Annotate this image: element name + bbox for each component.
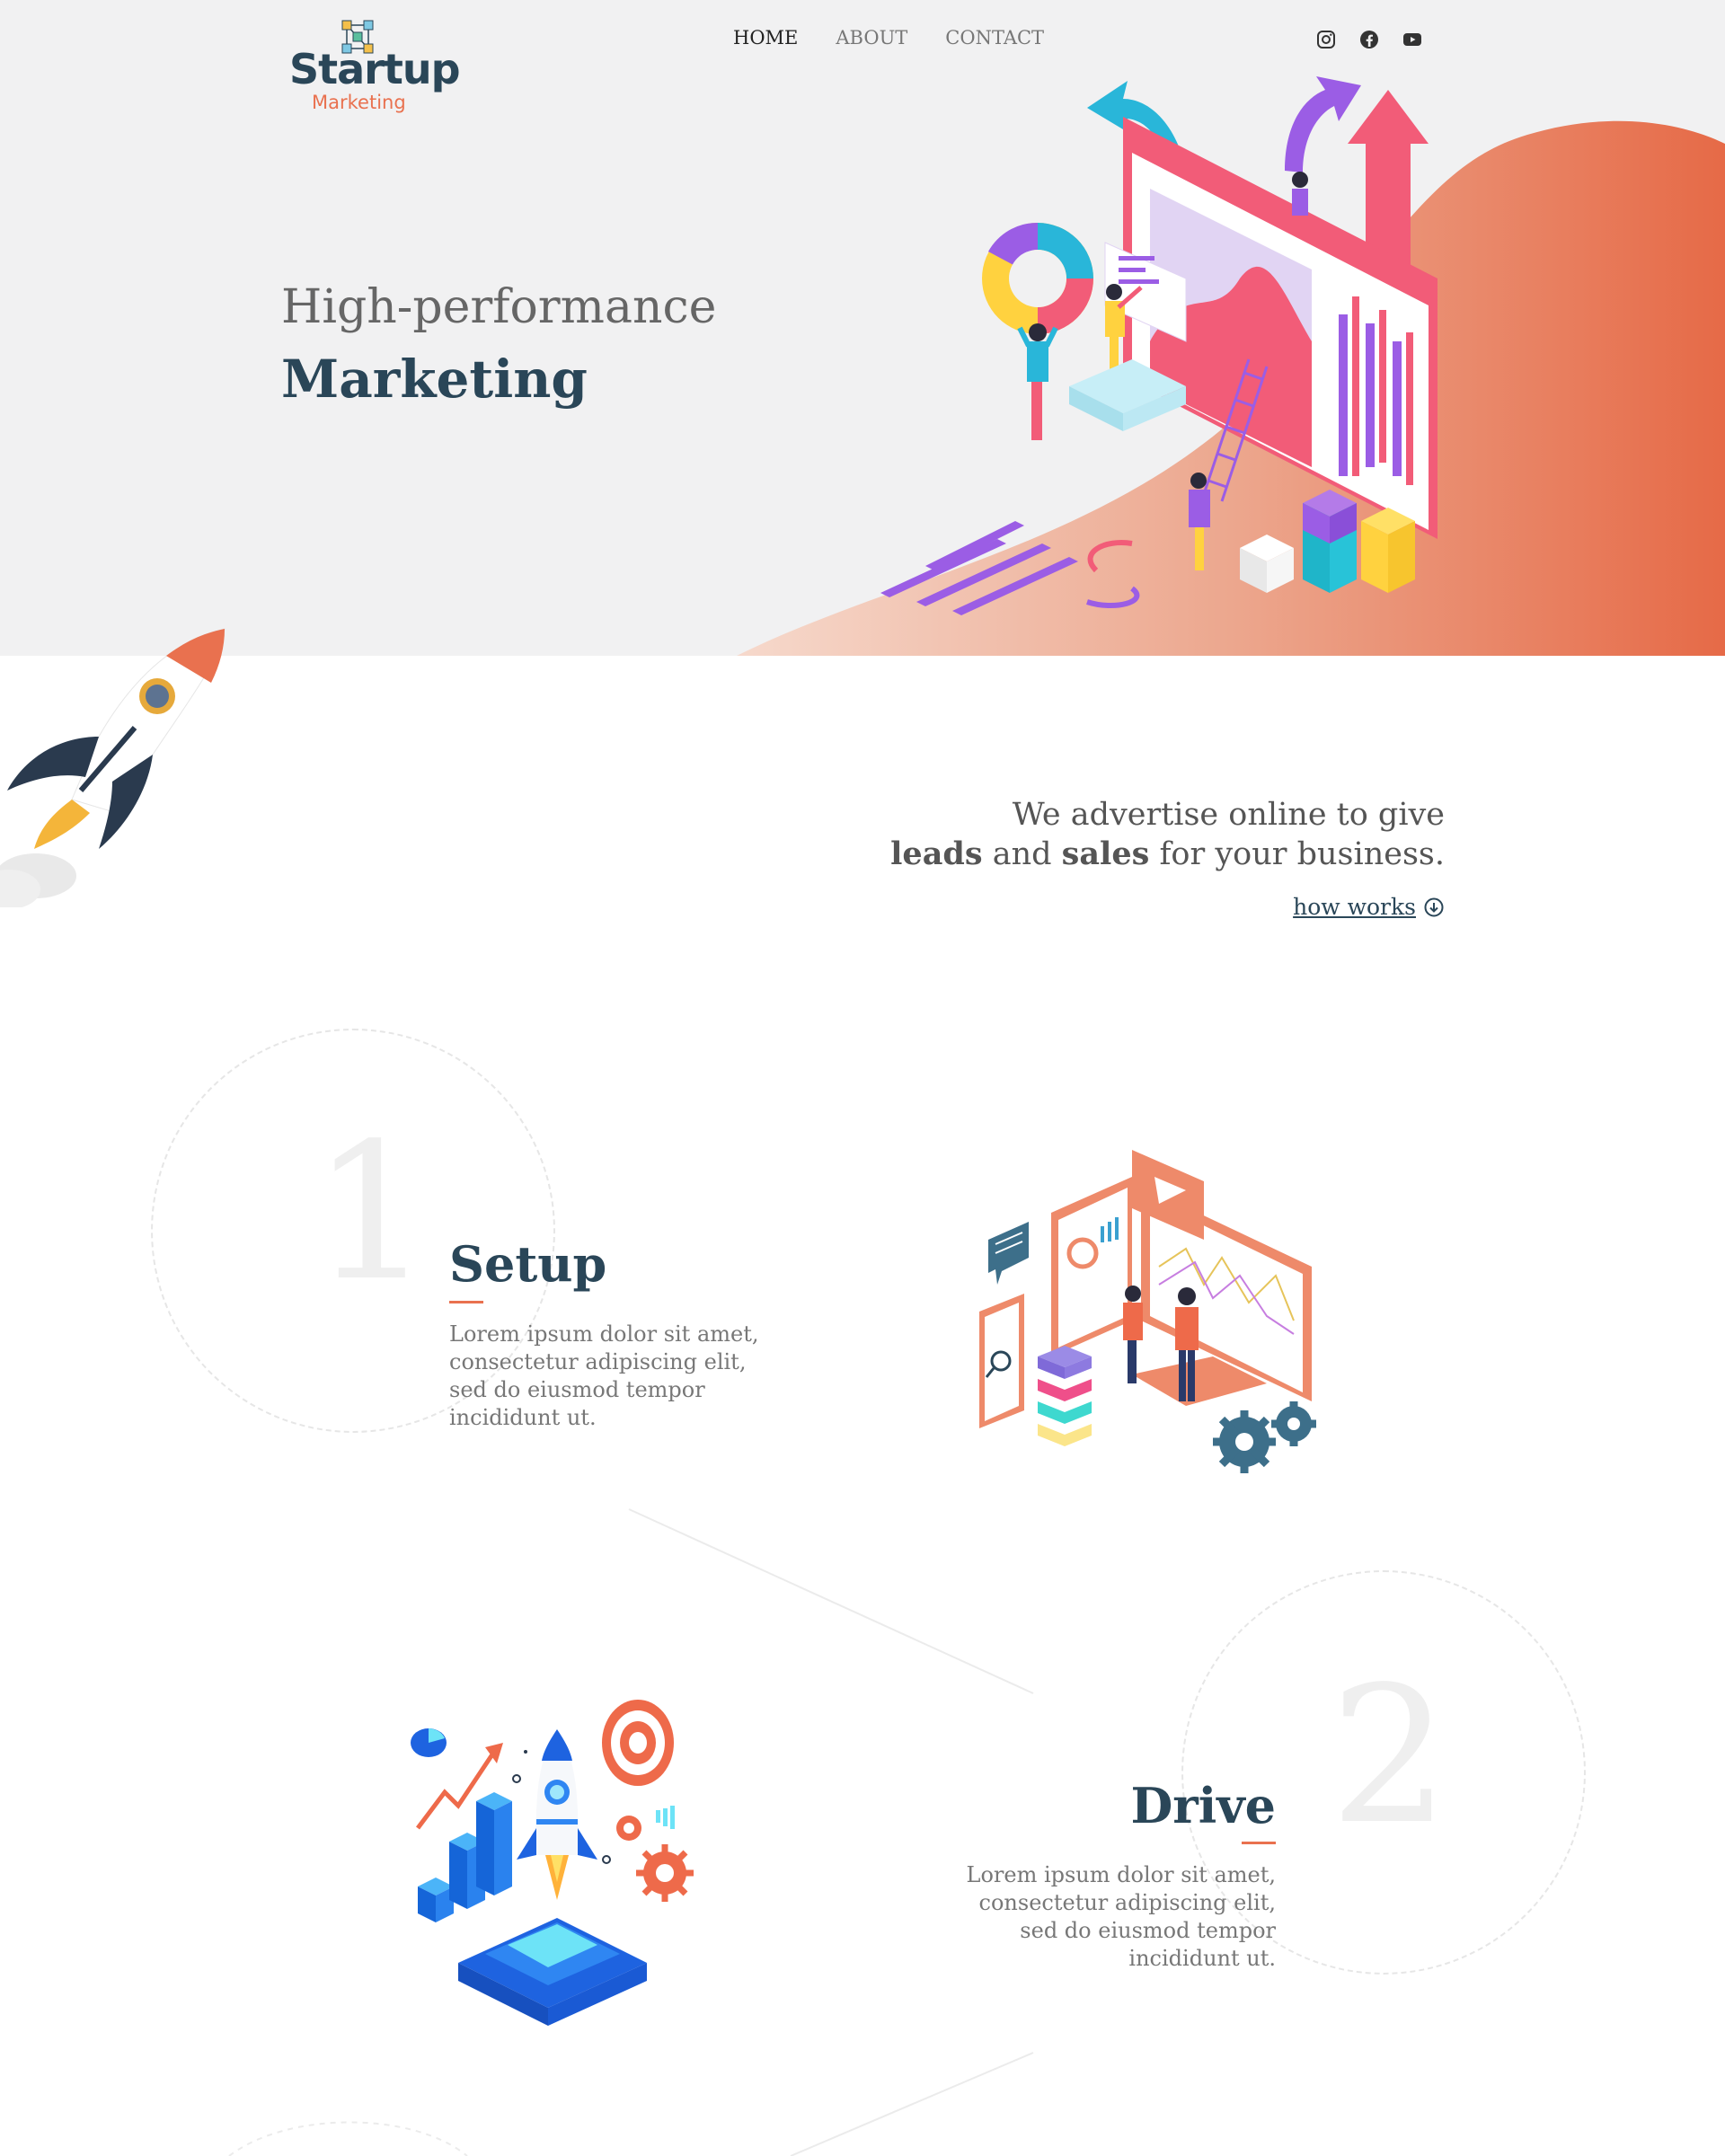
marketing-dashboard-illustration — [880, 76, 1438, 615]
intro-text: We advertise online to give leads and sa… — [890, 795, 1445, 874]
social-links — [1315, 29, 1423, 50]
youtube-icon[interactable] — [1402, 29, 1423, 50]
hero-section: Startup Marketing HOME ABOUT CONTACT Hig… — [0, 0, 1725, 656]
facebook-icon[interactable] — [1358, 29, 1380, 50]
step-2-rule — [1242, 1842, 1276, 1844]
logo-title: Startup — [289, 45, 461, 93]
nav-home[interactable]: HOME — [733, 27, 798, 49]
how-works-label: how works — [1293, 894, 1416, 920]
rocket-illustration — [0, 628, 226, 907]
step-2-text: Lorem ipsum dolor sit amet, consectetur … — [966, 1862, 1277, 1971]
step-1-number: 1 — [312, 1102, 432, 1322]
hero-subtitle: High-performance — [281, 280, 717, 334]
step-1-text: Lorem ipsum dolor sit amet, consectetur … — [449, 1321, 759, 1430]
setup-analytics-illustration — [979, 1150, 1316, 1473]
intro-text-end: for your business. — [1159, 836, 1445, 872]
step-1-title: Setup — [449, 1235, 607, 1293]
main-nav: HOME ABOUT CONTACT — [733, 27, 1044, 49]
step-2-number: 2 — [1330, 1646, 1450, 1866]
instagram-icon[interactable] — [1315, 29, 1337, 50]
drive-rocket-launch-illustration — [411, 1700, 694, 2026]
nav-contact[interactable]: CONTACT — [945, 27, 1044, 49]
intro-bold-sales: sales — [1061, 835, 1150, 872]
intro-line-1: We advertise online to give — [1012, 797, 1445, 833]
intro-bold-leads: leads — [890, 835, 983, 872]
logo-subtitle: Marketing — [312, 92, 406, 113]
brand-logo[interactable]: Startup Marketing — [289, 18, 461, 117]
step-1-rule — [449, 1301, 483, 1303]
intro-line-2: leads and sales for your business. — [890, 835, 1445, 874]
intro-text-and: and — [992, 836, 1052, 872]
arrow-down-circle-icon — [1424, 897, 1444, 916]
step-2-title: Drive — [1130, 1777, 1276, 1834]
nav-about[interactable]: ABOUT — [836, 27, 907, 49]
how-works-link[interactable]: how works — [1293, 894, 1445, 920]
hero-title: Marketing — [281, 349, 588, 410]
